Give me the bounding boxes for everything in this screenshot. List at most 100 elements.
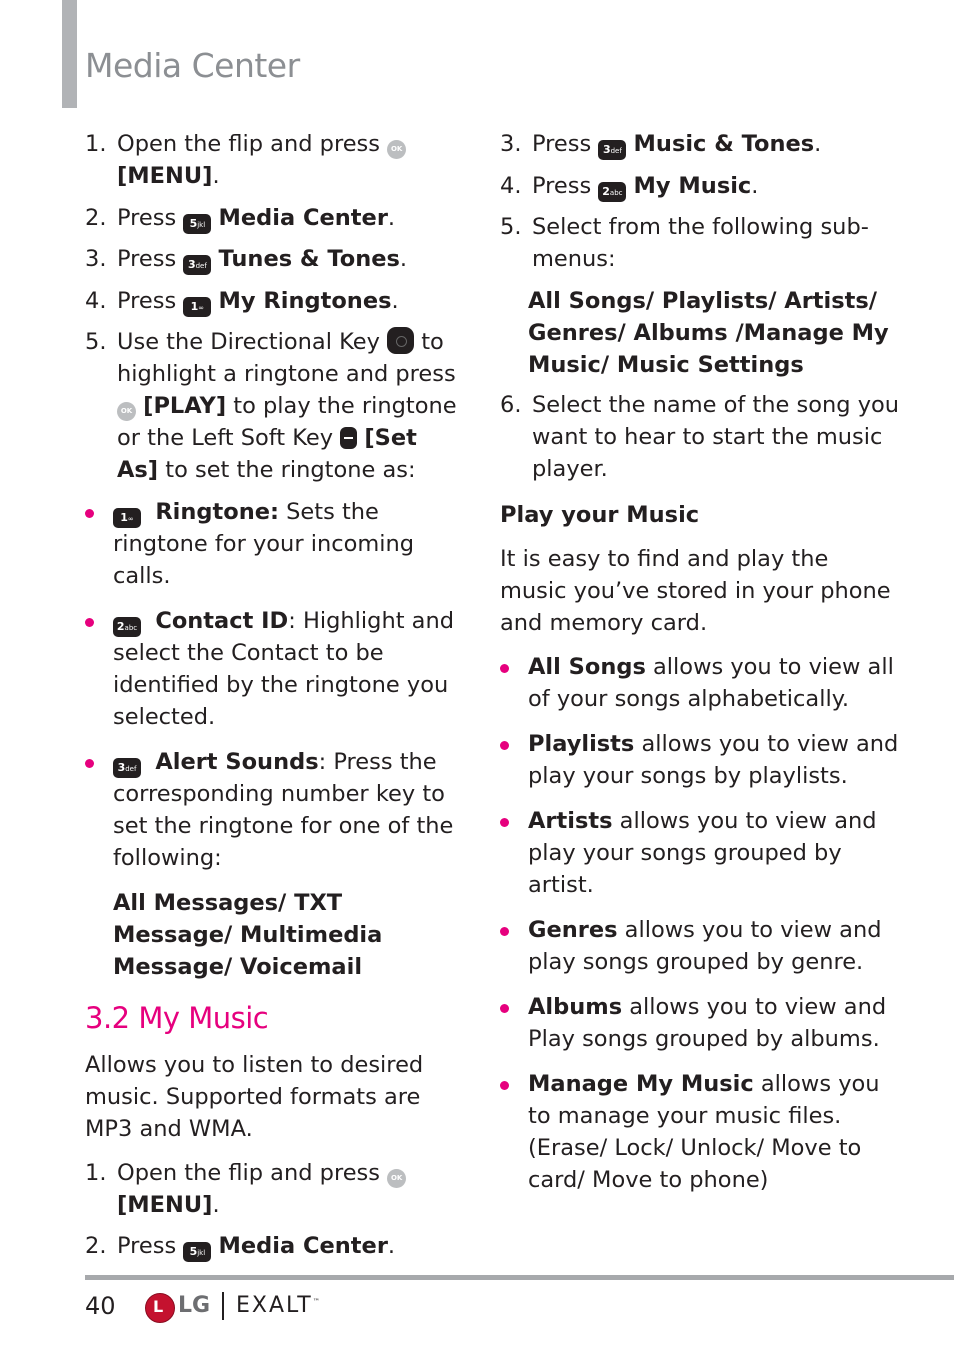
play-intro: It is easy to find and play the music yo… [500, 545, 891, 636]
ok-key-icon: OK [387, 1168, 407, 1188]
punct: . [391, 287, 399, 314]
music-step-4: 4. Press 2abc My Music. [500, 170, 900, 202]
menu-item-name: Media Center [218, 204, 388, 231]
punct: . [212, 163, 220, 189]
bullet-title: Genres [528, 916, 618, 943]
step-number: 1. [85, 131, 107, 157]
bullet-dot-icon [85, 508, 94, 518]
page-title: Media Center [85, 46, 300, 85]
step-number: 3. [500, 131, 522, 157]
ok-key-icon: OK [117, 402, 136, 421]
key-3-icon: 3def [113, 757, 141, 778]
key-letters: jkl [197, 220, 206, 229]
key-1-icon: 1∞ [113, 507, 141, 528]
step-text: to set the ringtone as: [165, 457, 416, 483]
step-text: Open the flip and press [117, 1159, 380, 1186]
music-step-6: 6. Select the name of the song you want … [500, 389, 900, 485]
step-number: 1. [85, 1159, 107, 1186]
ok-key-icon: OK [387, 140, 407, 159]
bullet-albums: Albums allows you to view and Play songs… [500, 991, 900, 1055]
step-1: 1. Open the flip and press OK [MENU]. [85, 128, 460, 192]
bullet-alert-sounds: 3def Alert Sounds: Press the correspondi… [85, 746, 460, 874]
bullet-playlists: Playlists allows you to view and play yo… [500, 728, 900, 792]
step-text: Select the name of the song you want to … [532, 391, 900, 482]
key-digit: 2 [602, 184, 610, 198]
lg-logo-icon [145, 1293, 175, 1323]
menu-label: [MENU] [117, 163, 213, 189]
bullet-dot-icon [85, 758, 94, 768]
step-number: 3. [85, 246, 107, 272]
step-number: 4. [85, 287, 107, 314]
menu-item-name: Media Center [218, 1233, 388, 1259]
step-text: Select from the following sub-menus: [532, 214, 869, 272]
punct: . [387, 204, 396, 231]
bullet-title: Contact ID [155, 607, 289, 634]
step-text: Press [532, 172, 592, 199]
key-digit: 1 [120, 510, 128, 524]
bullet-dot-icon [85, 617, 94, 627]
bullet-title: Manage My Music [528, 1070, 754, 1097]
page-number: 40 [85, 1292, 116, 1320]
key-letters: def [125, 764, 137, 773]
menu-item-name: My Ringtones [218, 287, 392, 314]
left-column: 1. Open the flip and press OK [MENU]. 2.… [85, 128, 460, 1272]
key-1-icon: 1∞ [183, 296, 212, 317]
bullet-artists: Artists allows you to view and play your… [500, 805, 900, 901]
subheading-play-your-music: Play your Music [500, 501, 700, 528]
key-digit: 3 [602, 143, 611, 156]
bullet-dot-icon [500, 740, 509, 750]
voicemail-glyph: ∞ [127, 514, 134, 523]
music-step-3: 3. Press 3def Music & Tones. [500, 128, 900, 160]
step-text: Press [117, 204, 177, 231]
bullet-contact-id: 2abc Contact ID: Highlight and select th… [85, 605, 460, 733]
bullet-title: All Songs [528, 653, 646, 680]
bullet-title: Albums [528, 993, 623, 1020]
step-number: 2. [85, 204, 107, 231]
directional-key-icon [387, 327, 415, 354]
step-number: 2. [85, 1233, 107, 1259]
bullet-dot-icon [500, 926, 509, 936]
music-step-2: 2. Press 5jkl Media Center. [85, 1230, 460, 1262]
key-digit: 3 [187, 258, 196, 271]
bullet-title: Ringtone: [155, 498, 279, 525]
key-3-icon: 3def [598, 140, 627, 160]
key-3-icon: 3def [183, 255, 212, 275]
step-4: 4. Press 1∞ My Ringtones. [85, 285, 460, 317]
right-column: 3. Press 3def Music & Tones. 4. Press 2a… [500, 128, 900, 1209]
voicemail-glyph: ∞ [198, 303, 205, 312]
bullet-dot-icon [500, 663, 509, 673]
alert-options-list: All Messages/ TXT Message/ Multimedia Me… [113, 889, 383, 980]
step-text: Open the flip and press [117, 131, 380, 157]
key-digit: 2 [116, 619, 125, 633]
step-text: Press [117, 287, 177, 314]
step-2: 2. Press 5jkl Media Center. [85, 202, 460, 234]
step-5: 5. Use the Directional Key to highlight … [85, 326, 460, 486]
key-letters: abc [124, 623, 138, 632]
bullet-dot-icon [500, 1003, 509, 1013]
product-name-text: EXALT [236, 1293, 313, 1318]
section-heading-my-music: 3.2 My Music [85, 1000, 269, 1035]
submenu-list: All Songs/ Playlists/ Artists/ Genres/ A… [528, 287, 889, 378]
key-2-icon: 2abc [113, 616, 141, 637]
bullet-manage-my-music: Manage My Music allows you to manage you… [500, 1068, 900, 1196]
step-text: Press [532, 131, 592, 157]
trademark-symbol: ™ [312, 1297, 320, 1306]
punct: . [751, 172, 759, 199]
key-letters: abc [609, 188, 623, 197]
step-number: 4. [500, 172, 522, 199]
menu-label: [MENU] [117, 1191, 213, 1218]
punct: . [212, 1191, 220, 1218]
bullet-genres: Genres allows you to view and play songs… [500, 914, 900, 978]
bullet-dot-icon [500, 1080, 509, 1090]
music-step-1: 1. Open the flip and press OK [MENU]. [85, 1157, 460, 1221]
punct: . [399, 246, 408, 272]
chapter-side-bar [62, 0, 77, 108]
step-number: 5. [500, 214, 522, 240]
left-soft-key-icon [340, 427, 358, 449]
punct: . [387, 1233, 396, 1259]
footer-divider [85, 1275, 954, 1280]
lg-logo-text: LG [178, 1293, 211, 1318]
brand-separator [222, 1292, 224, 1320]
step-3: 3. Press 3def Tunes & Tones. [85, 243, 460, 275]
section-intro: Allows you to listen to desired music. S… [85, 1051, 424, 1142]
